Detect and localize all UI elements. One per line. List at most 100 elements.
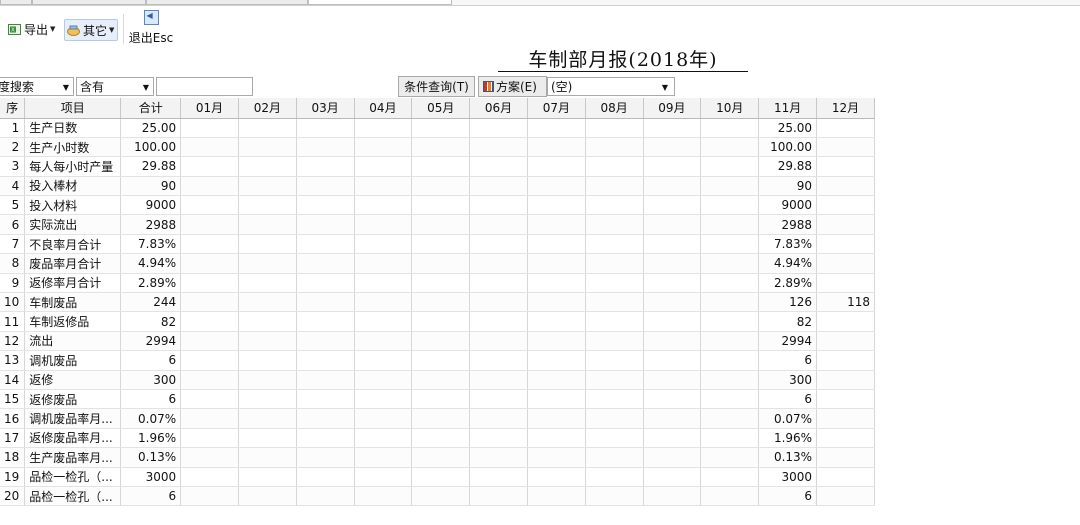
- table-row[interactable]: 19 品检一检孔（... 3000 3000: [0, 467, 875, 487]
- table-row[interactable]: 14 返修 300 300: [0, 370, 875, 390]
- row-aug-cell[interactable]: [585, 273, 644, 294]
- tab-2[interactable]: [32, 0, 146, 5]
- row-oct-cell[interactable]: [700, 137, 760, 158]
- other-button[interactable]: 其它 ▼: [64, 19, 119, 41]
- row-nov-cell[interactable]: 126: [758, 292, 818, 313]
- row-mar-cell[interactable]: [296, 156, 355, 177]
- table-row[interactable]: 20 品检一检孔（... 6 6: [0, 486, 875, 507]
- row-mar-cell[interactable]: [296, 370, 355, 390]
- row-dec-cell[interactable]: [816, 370, 875, 390]
- row-jul-cell[interactable]: [527, 195, 586, 216]
- row-seq-cell[interactable]: 11: [0, 311, 26, 332]
- row-jun-cell[interactable]: [469, 370, 528, 390]
- row-total-cell[interactable]: 2988: [120, 214, 182, 235]
- row-total-cell[interactable]: 300: [120, 370, 182, 390]
- row-dec-cell[interactable]: [816, 195, 875, 216]
- scheme-button[interactable]: 方案(E): [478, 76, 547, 97]
- row-jul-cell[interactable]: [527, 428, 586, 449]
- row-aug-cell[interactable]: [585, 118, 644, 138]
- row-jun-cell[interactable]: [469, 253, 528, 274]
- row-oct-cell[interactable]: [700, 176, 760, 197]
- col-header-total[interactable]: 合计: [120, 98, 182, 119]
- row-jan-cell[interactable]: [180, 350, 239, 371]
- col-header-dec[interactable]: 12月: [816, 98, 875, 119]
- row-apr-cell[interactable]: [354, 370, 413, 390]
- row-may-cell[interactable]: [411, 234, 471, 255]
- row-jun-cell[interactable]: [469, 214, 528, 235]
- table-row[interactable]: 6 实际流出 2988 2988: [0, 214, 875, 235]
- row-sep-cell[interactable]: [643, 156, 702, 177]
- row-nov-cell[interactable]: 82: [758, 311, 818, 332]
- table-row[interactable]: 2 生产小时数 100.00 100.00: [0, 137, 875, 158]
- row-may-cell[interactable]: [411, 370, 471, 390]
- row-may-cell[interactable]: [411, 331, 471, 352]
- row-total-cell[interactable]: 244: [120, 292, 182, 313]
- row-aug-cell[interactable]: [585, 331, 644, 352]
- row-mar-cell[interactable]: [296, 389, 355, 410]
- row-feb-cell[interactable]: [238, 195, 297, 216]
- row-oct-cell[interactable]: [700, 350, 760, 371]
- row-mar-cell[interactable]: [296, 176, 355, 197]
- row-mar-cell[interactable]: [296, 137, 355, 158]
- row-seq-cell[interactable]: 15: [0, 389, 26, 410]
- col-header-sep[interactable]: 09月: [643, 98, 702, 119]
- row-apr-cell[interactable]: [354, 137, 413, 158]
- row-oct-cell[interactable]: [700, 253, 760, 274]
- row-seq-cell[interactable]: 7: [0, 234, 26, 255]
- row-jun-cell[interactable]: [469, 408, 528, 429]
- row-feb-cell[interactable]: [238, 389, 297, 410]
- row-mar-cell[interactable]: [296, 273, 355, 294]
- row-mar-cell[interactable]: [296, 408, 355, 429]
- row-seq-cell[interactable]: 17: [0, 428, 26, 449]
- row-item-cell[interactable]: 返修废品: [24, 389, 122, 410]
- row-jun-cell[interactable]: [469, 273, 528, 294]
- search-keyword-input[interactable]: [156, 77, 253, 96]
- row-item-cell[interactable]: 品检一检孔（...: [24, 486, 122, 507]
- row-oct-cell[interactable]: [700, 234, 760, 255]
- table-row[interactable]: 15 返修废品 6 6: [0, 389, 875, 410]
- row-dec-cell[interactable]: [816, 311, 875, 332]
- row-nov-cell[interactable]: 6: [758, 389, 818, 410]
- row-jul-cell[interactable]: [527, 214, 586, 235]
- row-may-cell[interactable]: [411, 389, 471, 410]
- row-mar-cell[interactable]: [296, 118, 355, 138]
- row-apr-cell[interactable]: [354, 273, 413, 294]
- row-jan-cell[interactable]: [180, 273, 239, 294]
- row-total-cell[interactable]: 100.00: [120, 137, 182, 158]
- row-oct-cell[interactable]: [700, 486, 760, 507]
- row-jul-cell[interactable]: [527, 486, 586, 507]
- row-jul-cell[interactable]: [527, 311, 586, 332]
- row-apr-cell[interactable]: [354, 331, 413, 352]
- row-sep-cell[interactable]: [643, 447, 702, 468]
- row-jul-cell[interactable]: [527, 234, 586, 255]
- row-dec-cell[interactable]: [816, 118, 875, 138]
- row-aug-cell[interactable]: [585, 370, 644, 390]
- row-seq-cell[interactable]: 20: [0, 486, 26, 507]
- row-sep-cell[interactable]: [643, 292, 702, 313]
- row-jun-cell[interactable]: [469, 311, 528, 332]
- row-sep-cell[interactable]: [643, 273, 702, 294]
- row-jan-cell[interactable]: [180, 311, 239, 332]
- row-seq-cell[interactable]: 14: [0, 370, 26, 390]
- row-aug-cell[interactable]: [585, 408, 644, 429]
- row-total-cell[interactable]: 6: [120, 486, 182, 507]
- row-feb-cell[interactable]: [238, 447, 297, 468]
- row-oct-cell[interactable]: [700, 331, 760, 352]
- col-header-jun[interactable]: 06月: [469, 98, 528, 119]
- row-feb-cell[interactable]: [238, 350, 297, 371]
- row-nov-cell[interactable]: 0.07%: [758, 408, 818, 429]
- row-jun-cell[interactable]: [469, 137, 528, 158]
- row-nov-cell[interactable]: 2.89%: [758, 273, 818, 294]
- row-item-cell[interactable]: 每人每小时产量: [24, 156, 122, 177]
- search-field-select[interactable]: 度搜索 ▼: [0, 77, 74, 96]
- row-sep-cell[interactable]: [643, 118, 702, 138]
- row-jan-cell[interactable]: [180, 195, 239, 216]
- col-header-mar[interactable]: 03月: [296, 98, 355, 119]
- scheme-select[interactable]: (空) ▼: [547, 77, 675, 96]
- row-sep-cell[interactable]: [643, 331, 702, 352]
- row-seq-cell[interactable]: 8: [0, 253, 26, 274]
- row-total-cell[interactable]: 29.88: [120, 156, 182, 177]
- row-aug-cell[interactable]: [585, 350, 644, 371]
- row-jun-cell[interactable]: [469, 428, 528, 449]
- row-dec-cell[interactable]: 118: [816, 292, 875, 313]
